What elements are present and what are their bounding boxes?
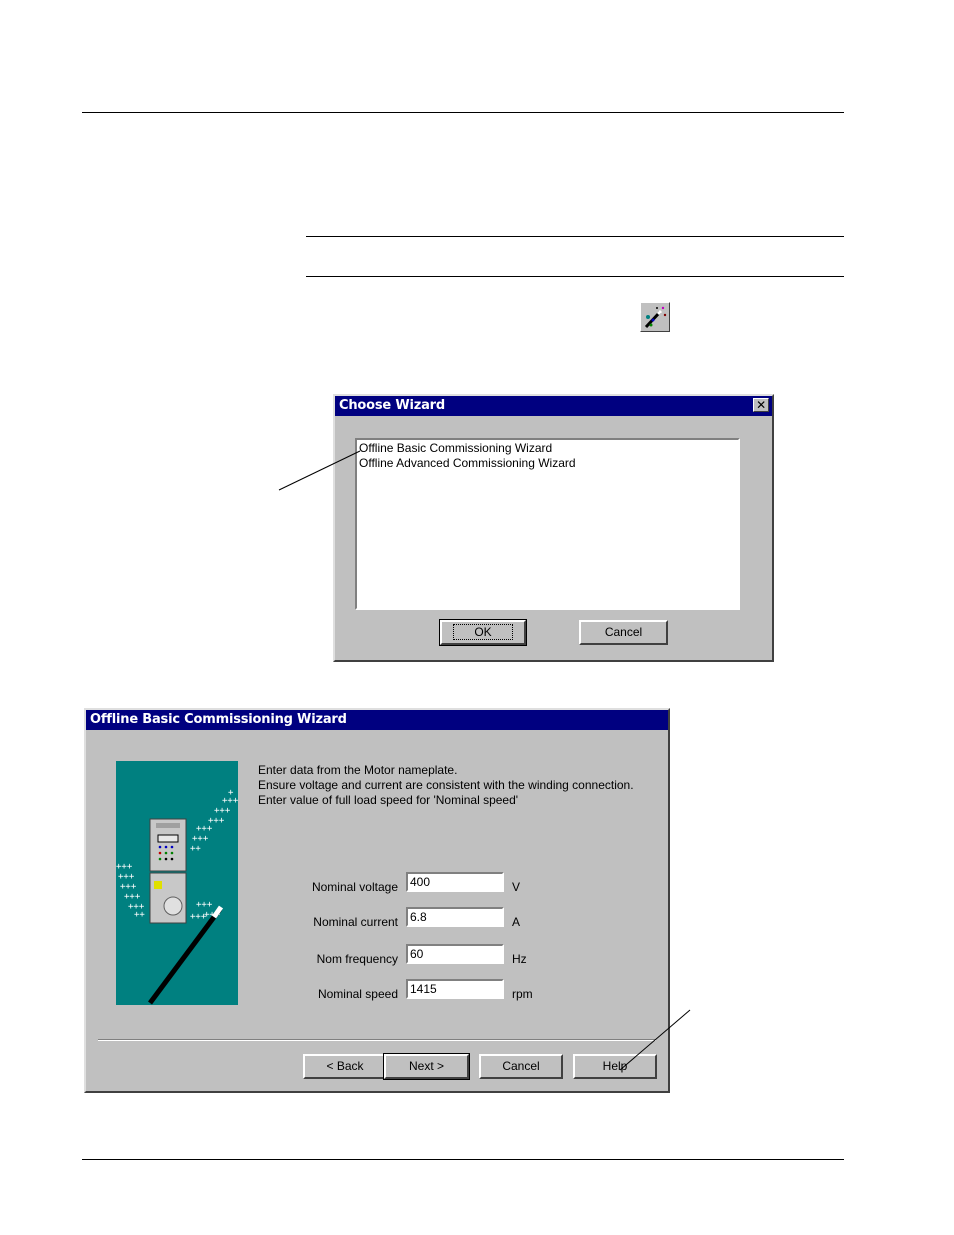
callout-line-wizard-list — [278, 450, 361, 491]
callout-line-help — [619, 1009, 691, 1071]
callout-lines — [278, 450, 691, 1071]
